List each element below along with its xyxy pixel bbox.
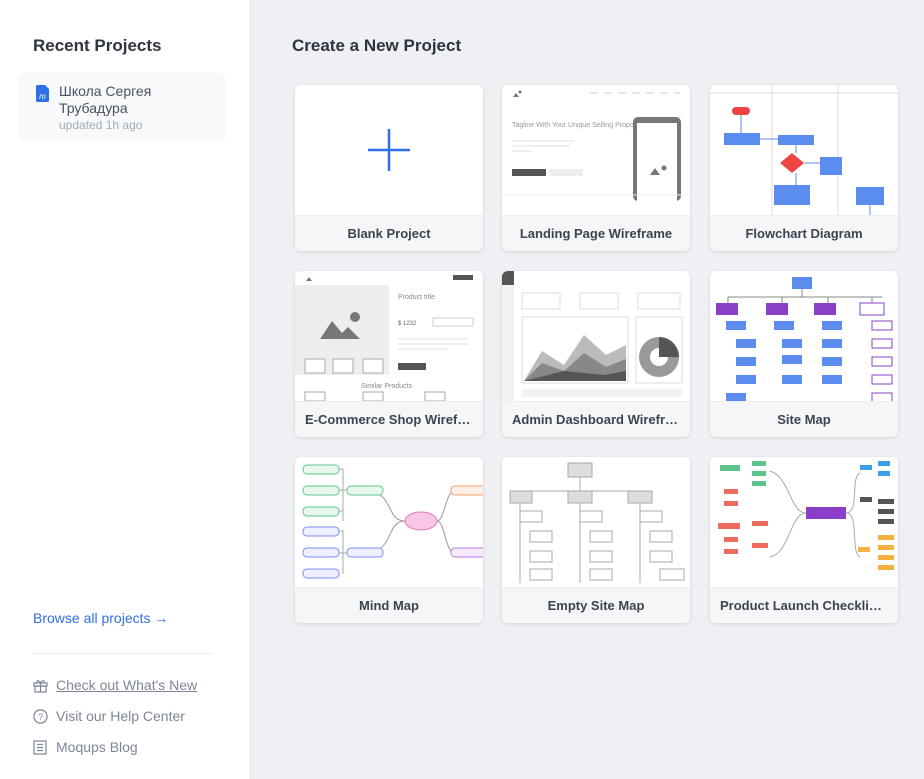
empty-site-map-thumbnail (509, 462, 685, 583)
plus-icon (368, 129, 410, 171)
divider (33, 653, 212, 654)
template-admin-dashboard-wireframe[interactable]: Admin Dashboard Wireframe (502, 271, 690, 437)
mind-map-thumbnail (302, 464, 483, 579)
help-center-link[interactable]: ? Visit our Help Center (33, 708, 185, 724)
gift-icon (33, 679, 48, 693)
blog-link[interactable]: Moqups Blog (33, 739, 138, 755)
svg-text:?: ? (38, 712, 43, 722)
svg-text:m: m (39, 92, 46, 101)
flowchart-thumbnail (710, 85, 898, 215)
template-blank-project[interactable]: Blank Project (295, 85, 483, 251)
blog-icon (33, 739, 47, 755)
ecommerce-thumbnail: Product title $ 1232 Similar Products (295, 275, 474, 401)
template-empty-site-map[interactable]: Empty Site Map (502, 457, 690, 623)
recent-project-name: Школа Сергея Трубадура (59, 83, 152, 116)
dashboard-thumbnail (502, 271, 683, 401)
document-icon: m (36, 85, 49, 102)
price-text: $ 1232 (398, 321, 417, 327)
help-circle-icon: ? (33, 708, 48, 724)
whats-new-link[interactable]: Check out What's New (33, 677, 197, 693)
sidebar: Recent Projects m Школа Сергея Трубадура… (0, 0, 251, 779)
whats-new-label: Check out What's New (56, 677, 198, 693)
template-product-launch-checklist[interactable]: Product Launch Checklist Mind Map (710, 457, 898, 623)
page-title: Create a New Project (292, 36, 462, 55)
template-mind-map[interactable]: Mind Map (295, 457, 483, 623)
template-label: Landing Page Wireframe (502, 215, 690, 251)
recent-projects-heading: Recent Projects (33, 36, 162, 55)
blog-label: Moqups Blog (56, 739, 138, 755)
template-landing-page-wireframe[interactable]: Tagline With Your Unique Selling Proposi… (502, 85, 690, 251)
template-label: Product Launch Checklist Mind Map (710, 587, 898, 623)
template-label: Empty Site Map (502, 587, 690, 623)
product-title-text: Product title (398, 294, 435, 301)
template-flowchart-diagram[interactable]: Flowchart Diagram (710, 85, 898, 251)
template-label: E-Commerce Shop Wireframe (295, 401, 483, 437)
template-label: Admin Dashboard Wireframe (502, 401, 690, 437)
recent-project-item[interactable]: m Школа Сергея Трубадура updated 1h ago (18, 73, 226, 141)
template-ecommerce-shop-wireframe[interactable]: Product title $ 1232 Similar Products E-… (295, 271, 483, 437)
product-launch-thumbnail (718, 461, 894, 570)
help-center-label: Visit our Help Center (56, 708, 185, 724)
landing-page-thumbnail: Tagline With Your Unique Selling Proposi… (502, 90, 690, 201)
template-label: Mind Map (295, 587, 483, 623)
similar-products-text: Similar Products (361, 383, 412, 390)
template-label: Site Map (710, 401, 898, 437)
template-site-map[interactable]: Site Map (710, 271, 898, 437)
recent-project-updated: updated 1h ago (59, 118, 143, 132)
browse-all-projects-link[interactable]: Browse all projects → (33, 610, 168, 626)
tagline-text: Tagline With Your Unique Selling Proposi… (512, 122, 650, 129)
template-label: Blank Project (295, 215, 483, 251)
template-label: Flowchart Diagram (710, 215, 898, 251)
site-map-thumbnail (716, 277, 893, 401)
